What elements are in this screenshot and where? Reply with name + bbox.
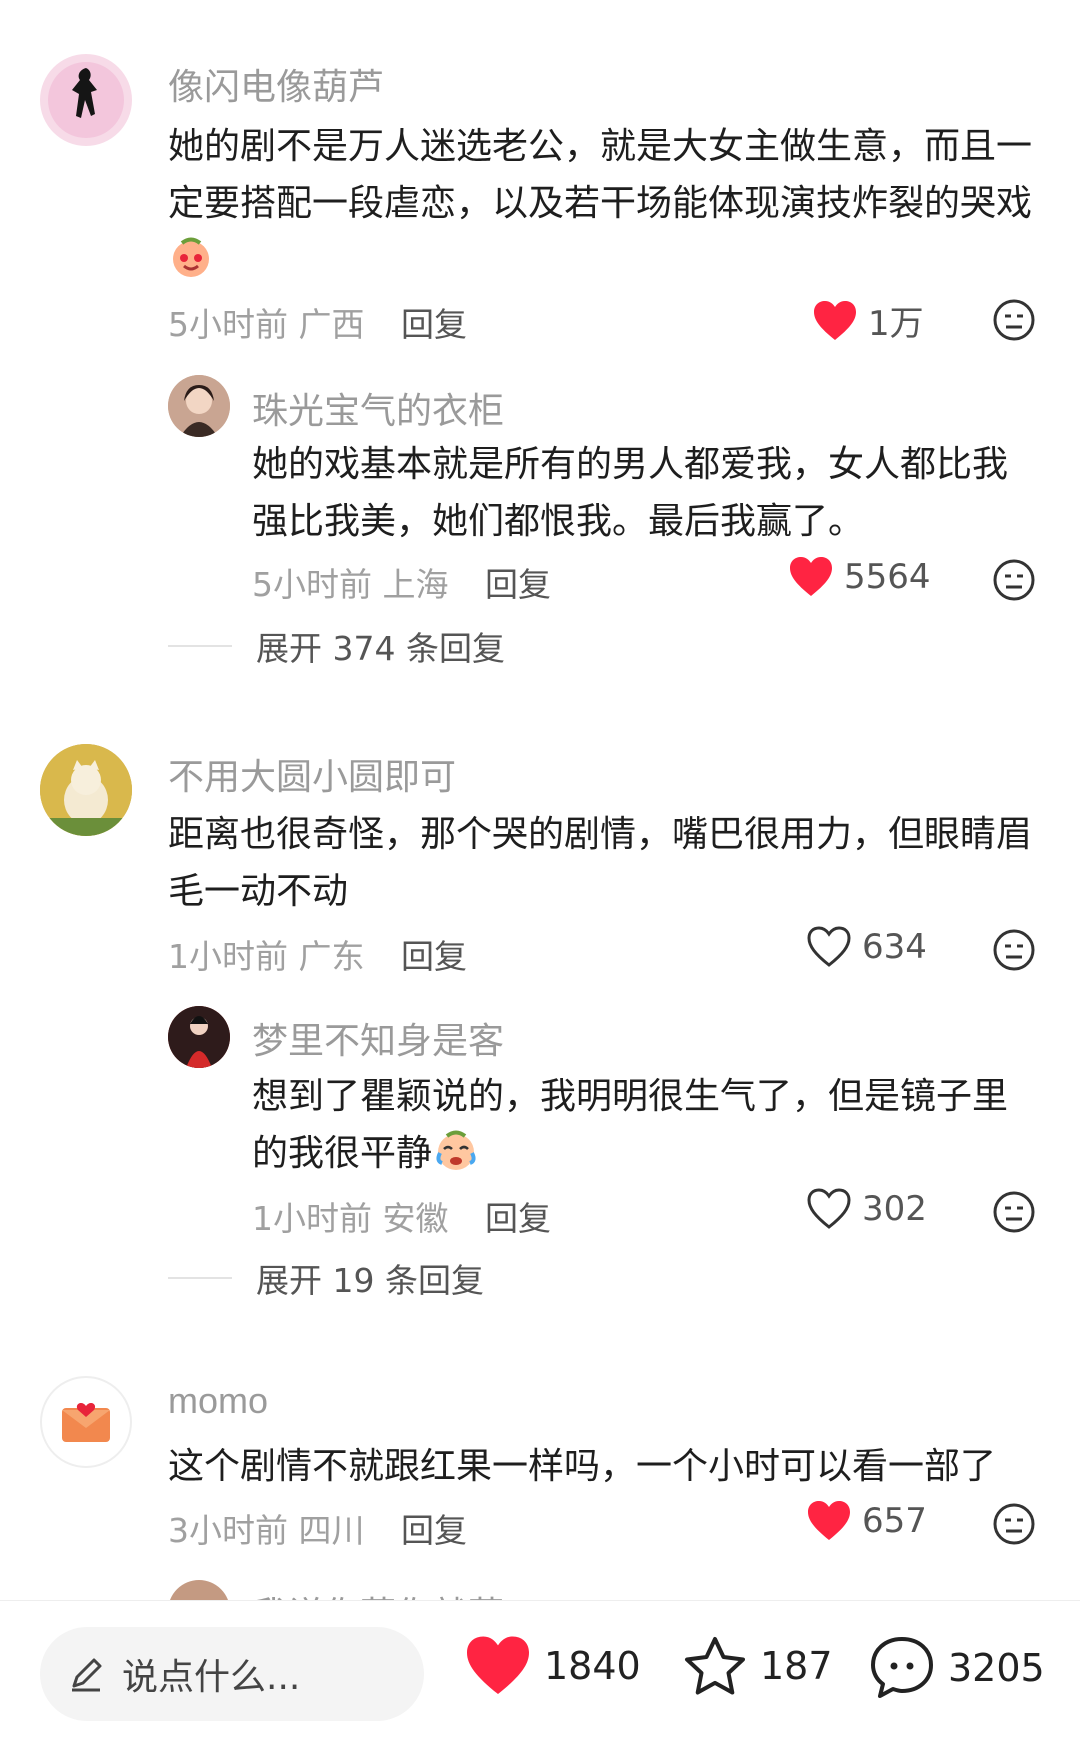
like-count: 1万 bbox=[868, 304, 924, 344]
heart-icon bbox=[467, 1636, 529, 1695]
reply-button[interactable]: 回复 bbox=[485, 1199, 551, 1238]
portrait-avatar-image bbox=[168, 375, 230, 437]
post-like-count: 1840 bbox=[544, 1644, 641, 1688]
dislike-face-icon[interactable] bbox=[992, 1190, 1036, 1234]
expand-replies-label: 展开 19 条回复 bbox=[256, 1261, 484, 1300]
expand-replies-button[interactable]: 展开 374 条回复 bbox=[168, 622, 505, 670]
star-icon bbox=[685, 1637, 745, 1695]
like-count: 5564 bbox=[844, 557, 931, 597]
avatar[interactable] bbox=[168, 375, 230, 437]
post-comment-button[interactable]: 3205 bbox=[868, 1635, 1045, 1701]
comment-meta: 5小时前 广西 回复 bbox=[168, 298, 467, 346]
commenter-name[interactable]: 不用大圆小圆即可 bbox=[168, 748, 456, 800]
like-button[interactable]: 657 bbox=[806, 1500, 927, 1542]
like-count: 634 bbox=[862, 927, 927, 967]
reply-button[interactable]: 回复 bbox=[485, 565, 551, 604]
avatar[interactable] bbox=[40, 744, 132, 836]
heart-icon bbox=[808, 1501, 850, 1540]
comment-meta: 1小时前 广东 回复 bbox=[168, 930, 467, 978]
expand-replies-button[interactable]: 展开 19 条回复 bbox=[168, 1254, 484, 1302]
dislike-face-icon[interactable] bbox=[992, 1502, 1036, 1546]
comment-text: 距离也很奇怪，那个哭的剧情，嘴巴很用力，但眼睛眉毛一动不动 bbox=[168, 814, 1033, 912]
reply-button[interactable]: 回复 bbox=[401, 937, 467, 976]
comment-time: 3小时前 bbox=[168, 1511, 288, 1550]
avatar[interactable] bbox=[168, 1006, 230, 1068]
comment-time: 1小时前 bbox=[252, 1199, 372, 1238]
like-button[interactable]: 1万 bbox=[812, 296, 924, 345]
silhouette-avatar-image bbox=[48, 62, 124, 138]
emoji-icon bbox=[432, 1127, 480, 1190]
comment-location: 四川 bbox=[298, 1511, 365, 1550]
portrait-avatar-image bbox=[168, 1006, 230, 1068]
comment-location: 安徽 bbox=[382, 1199, 449, 1238]
comment-location: 广西 bbox=[298, 305, 365, 344]
commenter-name[interactable]: 像闪电像葫芦 bbox=[168, 58, 384, 110]
avatar[interactable] bbox=[40, 1376, 132, 1468]
expand-replies-label: 展开 374 条回复 bbox=[256, 629, 505, 668]
commenter-name[interactable]: momo bbox=[168, 1380, 268, 1422]
commenter-name[interactable]: 珠光宝气的衣柜 bbox=[252, 382, 504, 434]
heart-outline-icon bbox=[807, 926, 851, 967]
post-favorite-button[interactable]: 187 bbox=[682, 1635, 833, 1697]
reply-button[interactable]: 回复 bbox=[401, 1511, 467, 1550]
comment-input[interactable]: 说点什么... bbox=[40, 1627, 424, 1721]
like-button[interactable]: 5564 bbox=[788, 556, 931, 598]
comment-meta: 1小时前 安徽 回复 bbox=[252, 1192, 551, 1240]
comment-location: 上海 bbox=[382, 565, 449, 604]
bottom-action-bar: 说点什么... 1840 187 3205 bbox=[0, 1600, 1080, 1747]
reply-text: 想到了瞿颖说的，我明明很生气了，但是镜子里的我很平静 bbox=[252, 1068, 1042, 1190]
dislike-face-icon[interactable] bbox=[992, 928, 1036, 972]
comment-text: 这个剧情不就跟红果一样吗，一个小时可以看一部了 bbox=[168, 1446, 997, 1487]
post-comment-count: 3205 bbox=[948, 1646, 1045, 1690]
like-button[interactable]: 302 bbox=[806, 1188, 927, 1230]
dislike-face-icon[interactable] bbox=[992, 558, 1036, 602]
reply-text: 她的戏基本就是所有的男人都爱我，女人都比我强比我美，她们都恨我。最后我赢了。 bbox=[252, 444, 1009, 542]
divider bbox=[168, 645, 232, 647]
comment-meta: 3小时前 四川 回复 bbox=[168, 1504, 467, 1552]
avatar[interactable] bbox=[40, 54, 132, 146]
like-button[interactable]: 634 bbox=[806, 926, 927, 968]
envelope-heart-avatar-image bbox=[62, 1403, 110, 1442]
comment-text: 她的剧不是万人迷选老公，就是大女主做生意，而且一定要搭配一段虐恋，以及若干场能体… bbox=[168, 118, 1038, 297]
post-like-button[interactable]: 1840 bbox=[464, 1635, 641, 1697]
heart-outline-icon bbox=[807, 1188, 851, 1229]
divider bbox=[168, 1277, 232, 1279]
heart-icon bbox=[790, 557, 832, 596]
comment-time: 5小时前 bbox=[168, 305, 288, 344]
emoji-icon bbox=[168, 234, 214, 297]
reply-button[interactable]: 回复 bbox=[401, 305, 467, 344]
like-count: 657 bbox=[862, 1501, 927, 1541]
heart-icon bbox=[814, 300, 856, 340]
comment-location: 广东 bbox=[298, 937, 365, 976]
post-favorite-count: 187 bbox=[760, 1644, 833, 1688]
comment-time: 1小时前 bbox=[168, 937, 288, 976]
comment-input-placeholder: 说点什么... bbox=[122, 1657, 301, 1698]
comment-meta: 5小时前 上海 回复 bbox=[252, 558, 551, 606]
commenter-name[interactable]: 梦里不知身是客 bbox=[252, 1012, 504, 1064]
pencil-icon bbox=[72, 1658, 102, 1692]
comment-time: 5小时前 bbox=[252, 565, 372, 604]
like-count: 302 bbox=[862, 1189, 927, 1229]
chat-bubble-icon bbox=[871, 1637, 933, 1698]
cat-avatar-image bbox=[40, 744, 132, 836]
dislike-face-icon[interactable] bbox=[992, 298, 1036, 342]
